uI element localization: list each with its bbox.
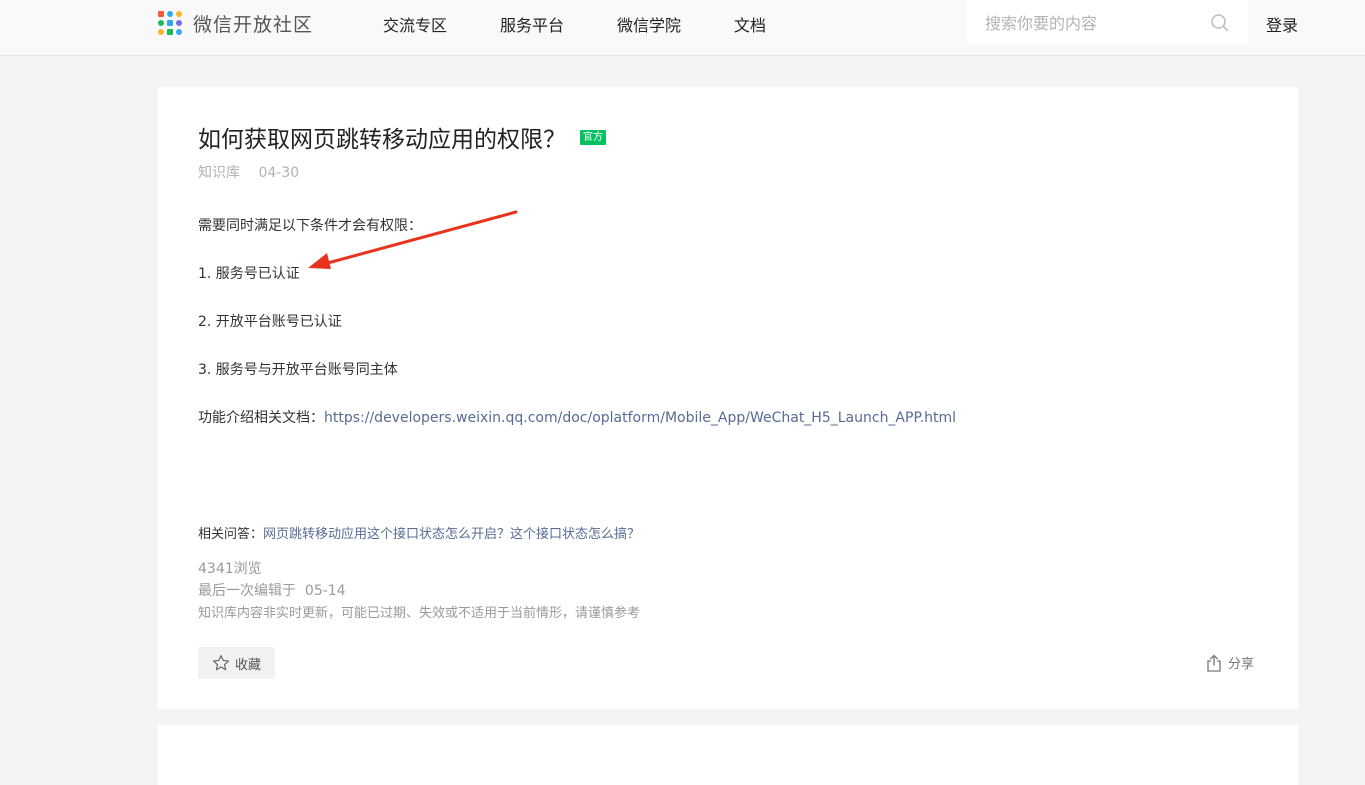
star-icon [212, 655, 230, 671]
favorite-button[interactable]: 收藏 [198, 647, 275, 679]
wechat-community-logo-icon [158, 10, 183, 36]
share-label: 分享 [1228, 657, 1255, 672]
related-question-label: 相关问答： [198, 527, 264, 542]
condition-item: 3. 服务号与开放平台账号同主体 [198, 362, 398, 378]
knowledge-base-disclaimer: 知识库内容非实时更新，可能已过期、失效或不适用于当前情形，请谨慎参考 [198, 606, 641, 621]
last-edit-info: 最后一次编辑于 05-14 [198, 580, 346, 600]
nav-item-docs[interactable]: 文档 [734, 12, 766, 36]
site-name: 微信开放社区 [193, 13, 314, 36]
article-date: 04-30 [258, 165, 300, 181]
next-card [158, 725, 1298, 785]
last-edit-date: 05-14 [304, 583, 346, 599]
nav-item-discussion[interactable]: 交流专区 [383, 12, 447, 36]
doc-link[interactable]: https://developers.weixin.qq.com/doc/opl… [324, 410, 956, 426]
related-question: 相关问答：网页跳转移动应用这个接口状态怎么开启？这个接口状态怎么搞？ [198, 523, 640, 542]
condition-item: 1. 服务号已认证 [198, 266, 300, 282]
view-count: 4341浏览 [198, 561, 262, 577]
article-category[interactable]: 知识库 [198, 165, 240, 181]
top-navigation-bar: 微信开放社区 交流专区 服务平台 微信学院 文档 登录 [0, 0, 1365, 56]
related-question-link[interactable]: 网页跳转移动应用这个接口状态怎么开启？这个接口状态怎么搞？ [263, 527, 640, 542]
search-icon[interactable] [1210, 13, 1230, 33]
login-button[interactable]: 登录 [1266, 12, 1298, 36]
article-card: 如何获取网页跳转移动应用的权限？ 官方 知识库 04-30 需要同时满足以下条件… [158, 87, 1298, 709]
site-logo[interactable]: 微信开放社区 [158, 10, 313, 36]
article-title: 如何获取网页跳转移动应用的权限？ [198, 127, 566, 153]
last-edit-label: 最后一次编辑于 [198, 583, 296, 599]
official-badge: 官方 [580, 129, 606, 145]
red-annotation-arrow-icon [308, 210, 518, 269]
doc-reference-label: 功能介绍相关文档： [198, 410, 324, 426]
search-box [967, 0, 1248, 44]
search-input[interactable] [983, 11, 1207, 35]
share-button[interactable]: 分享 [1206, 653, 1254, 672]
share-icon [1207, 654, 1221, 672]
favorite-label: 收藏 [234, 657, 261, 673]
nav-item-wechat-academy[interactable]: 微信学院 [617, 12, 681, 36]
doc-reference: 功能介绍相关文档：https://developers.weixin.qq.co… [198, 407, 956, 427]
article-title-row: 如何获取网页跳转移动应用的权限？ 官方 [198, 120, 606, 154]
nav-item-service-platform[interactable]: 服务平台 [500, 12, 564, 36]
condition-item: 2. 开放平台账号已认证 [198, 314, 342, 330]
article-meta: 知识库 04-30 [198, 162, 299, 182]
